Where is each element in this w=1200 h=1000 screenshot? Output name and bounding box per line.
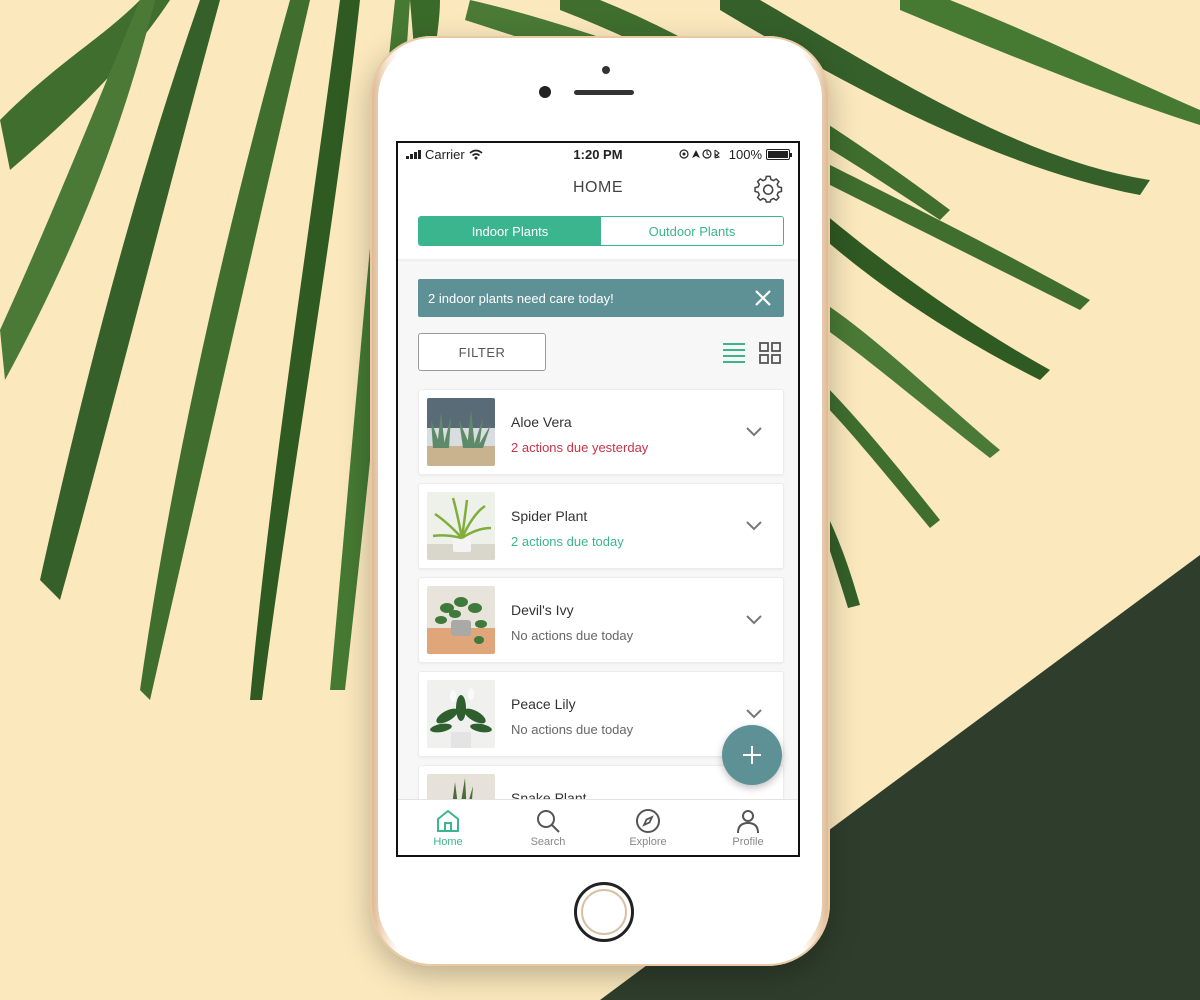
plant-list: Aloe Vera 2 actions due yesterday Spider… — [418, 389, 784, 855]
add-plant-button[interactable] — [722, 725, 782, 785]
chevron-down-icon[interactable] — [745, 614, 763, 626]
front-camera — [539, 86, 551, 98]
carrier-label: Carrier — [425, 146, 465, 162]
plant-status: No actions due today — [511, 628, 634, 643]
plant-card-devils-ivy[interactable]: Devil's Ivy No actions due today — [418, 577, 784, 663]
signal-icon — [406, 149, 421, 159]
close-icon[interactable] — [752, 287, 774, 309]
home-hardware-button[interactable] — [574, 882, 634, 942]
tab-profile-label: Profile — [732, 835, 764, 848]
plant-name: Devil's Ivy — [511, 602, 574, 618]
tab-explore-label: Explore — [629, 835, 667, 848]
plant-photo — [427, 586, 495, 654]
status-right: 100% — [650, 146, 792, 162]
gear-icon[interactable] — [754, 175, 784, 205]
tab-profile[interactable]: Profile — [698, 800, 798, 855]
list-view-icon[interactable] — [722, 341, 746, 365]
compass-icon — [636, 808, 660, 833]
tab-search[interactable]: Search — [498, 800, 598, 855]
grid-view-icon[interactable] — [758, 341, 782, 365]
status-left: Carrier — [406, 147, 546, 162]
earpiece-speaker — [574, 90, 634, 95]
tab-indoor-plants[interactable]: Indoor Plants — [419, 217, 601, 245]
plant-name: Spider Plant — [511, 508, 588, 524]
plant-name: Aloe Vera — [511, 414, 572, 430]
page-title: HOME — [573, 179, 623, 196]
tab-home-label: Home — [433, 835, 463, 848]
plant-card-aloe-vera[interactable]: Aloe Vera 2 actions due yesterday — [418, 389, 784, 475]
plant-photo — [427, 680, 495, 748]
wifi-icon — [469, 149, 483, 159]
user-icon — [737, 809, 759, 833]
plus-icon — [743, 746, 761, 764]
tab-search-label: Search — [530, 835, 566, 848]
app-screen: Carrier 1:20 PM 100% HOME Indoor Plants … — [396, 141, 800, 857]
status-icons — [679, 149, 720, 159]
search-icon — [537, 809, 560, 833]
bottom-tab-bar: Home Search Explore Profile — [398, 799, 798, 855]
battery-icon — [766, 148, 792, 160]
chevron-down-icon[interactable] — [745, 520, 763, 532]
plant-status: 2 actions due yesterday — [511, 440, 649, 455]
plant-type-segmented-control: Indoor Plants Outdoor Plants — [418, 216, 784, 246]
plant-photo — [427, 398, 495, 466]
plant-status: No actions due today — [511, 722, 634, 737]
alert-message: 2 indoor plants need care today! — [428, 290, 614, 306]
app-header: HOME — [398, 169, 798, 209]
plant-card-spider-plant[interactable]: Spider Plant 2 actions due today — [418, 483, 784, 569]
chevron-down-icon[interactable] — [745, 426, 763, 438]
tab-explore[interactable]: Explore — [598, 800, 698, 855]
home-icon — [437, 809, 459, 832]
tab-home[interactable]: Home — [398, 800, 498, 855]
status-time: 1:20 PM — [573, 146, 623, 162]
tab-outdoor-plants[interactable]: Outdoor Plants — [601, 217, 783, 245]
filter-button[interactable]: FILTER — [418, 333, 546, 371]
plant-status: 2 actions due today — [511, 534, 624, 549]
status-bar: Carrier 1:20 PM 100% — [398, 143, 798, 165]
care-alert-banner: 2 indoor plants need care today! — [418, 279, 784, 317]
battery-percent: 100% — [728, 146, 762, 162]
proximity-sensor — [602, 66, 610, 74]
plant-photo — [427, 492, 495, 560]
plant-name: Peace Lily — [511, 696, 576, 712]
chevron-down-icon[interactable] — [745, 708, 763, 720]
